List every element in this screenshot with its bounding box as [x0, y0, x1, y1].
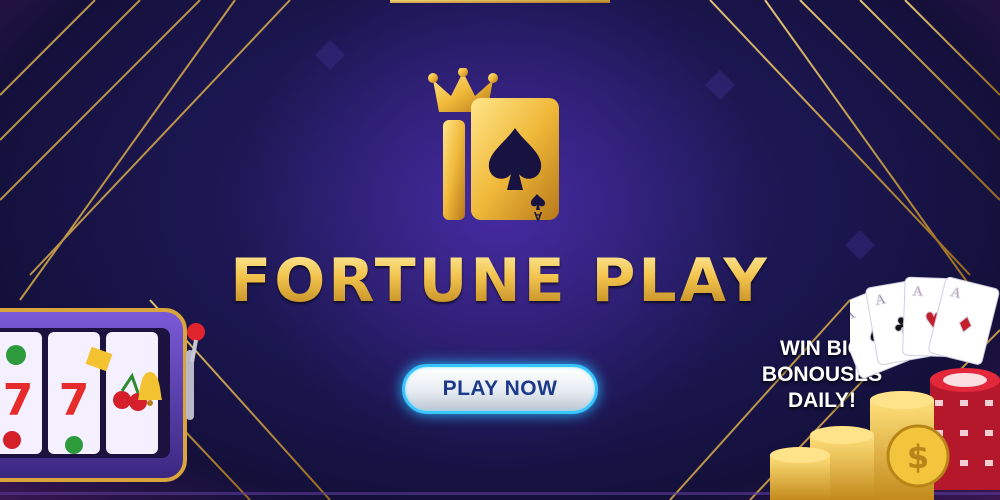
svg-text:A: A — [912, 284, 924, 299]
slot-machine-icon: 7 7 — [0, 308, 205, 482]
play-now-label: PLAY NOW — [442, 377, 558, 400]
svg-text:A: A — [533, 209, 542, 223]
svg-text:$: $ — [907, 438, 929, 476]
gold-coins-icon: $ — [770, 391, 950, 500]
svg-text:7: 7 — [3, 375, 34, 426]
fortune-play-logo: A — [428, 68, 559, 223]
svg-text:7: 7 — [59, 375, 90, 426]
spade-card-icon: A — [443, 98, 559, 223]
casino-chips-icon: $ — [770, 368, 1000, 500]
play-now-button[interactable]: PLAY NOW — [402, 364, 598, 414]
